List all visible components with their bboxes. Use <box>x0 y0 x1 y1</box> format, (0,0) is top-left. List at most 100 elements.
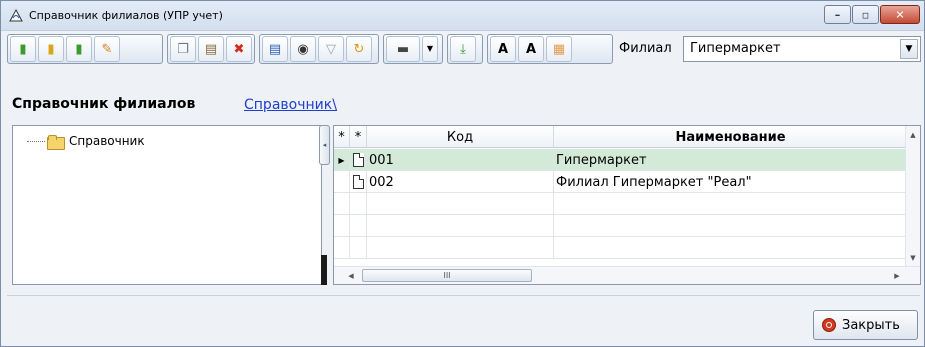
scroll-thumb[interactable]: III <box>362 269 532 282</box>
find-icon: ◉ <box>297 41 309 57</box>
maximize-button[interactable]: ▫ <box>852 5 879 24</box>
grid-header: * * Код Наименование <box>334 126 907 148</box>
refresh-icon: ↻ <box>353 41 365 57</box>
scroll-right-icon[interactable]: ▶ <box>890 268 904 284</box>
scroll-down-icon[interactable]: ▼ <box>906 251 920 265</box>
refresh-button[interactable]: ↻ <box>346 36 372 62</box>
row-indicator-cell <box>334 171 350 193</box>
grid-rows: ▶ 001 Гипермаркет 002 Филиал Гипермаркет… <box>334 149 907 259</box>
window-controls: – ▫ ✕ <box>824 5 920 24</box>
add-icon: ▮ <box>19 41 27 57</box>
find-button[interactable]: ◉ <box>290 36 316 62</box>
splitter-collapse-button[interactable]: ◂ <box>319 125 330 165</box>
data-grid: * * Код Наименование ▶ 001 Гипермаркет 0… <box>333 125 921 285</box>
column-header-marker[interactable]: * <box>334 126 350 148</box>
tree-connector <box>27 140 45 142</box>
font-smaller-icon: A <box>525 41 537 57</box>
filter-icon: ▽ <box>326 41 336 57</box>
filter-button[interactable]: ▽ <box>318 36 344 62</box>
export-icon: ⤓ <box>460 41 466 57</box>
edit-button[interactable]: ✎ <box>94 36 120 62</box>
edit-icon: ✎ <box>101 41 113 57</box>
list-button[interactable]: ▤ <box>262 36 288 62</box>
minimize-icon: – <box>834 8 841 21</box>
branch-directory-window: Справочник филиалов (УПР учет) – ▫ ✕ ▮ ▮… <box>0 0 925 347</box>
column-header-icon[interactable]: * <box>350 126 367 148</box>
toolbar-group-print: ▬ ▼ <box>383 34 443 64</box>
table-row-empty <box>334 237 907 259</box>
table-row[interactable]: 002 Филиал Гипермаркет "Реал" <box>334 171 907 193</box>
tree-node-root[interactable]: Справочник <box>27 134 145 150</box>
print-button[interactable]: ▬ <box>386 36 420 62</box>
scroll-up-icon[interactable]: ▲ <box>906 128 920 142</box>
collapse-left-icon: ◂ <box>322 141 327 149</box>
toolbar-group-font: A A ▦ <box>487 34 613 64</box>
add-button[interactable]: ▮ <box>10 36 36 62</box>
font-larger-icon: A <box>497 41 509 57</box>
copy-icon: ❐ <box>177 41 189 57</box>
add-group-button[interactable]: ▮ <box>38 36 64 62</box>
chevron-down-icon[interactable]: ▼ <box>900 39 918 59</box>
document-icon <box>352 175 364 189</box>
breadcrumb-link[interactable]: Справочник\ <box>244 97 337 113</box>
copy-button[interactable]: ❐ <box>170 36 196 62</box>
vertical-scrollbar[interactable]: ▲ ▼ <box>905 126 920 267</box>
copy-add-button[interactable]: ▮ <box>66 36 92 62</box>
toolbar-group-edit: ▮ ▮ ▮ ✎ <box>7 34 163 64</box>
table-row-empty <box>334 193 907 215</box>
cell-name: Филиал Гипермаркет "Реал" <box>556 174 752 190</box>
delete-button[interactable]: ✖ <box>226 36 252 62</box>
row-icon-cell <box>350 149 367 171</box>
panel-splitter[interactable]: ◂ <box>319 125 330 285</box>
paste-icon: ▤ <box>204 41 218 57</box>
table-row-empty <box>334 215 907 237</box>
settings-button[interactable]: ▦ <box>546 36 572 62</box>
folder-icon <box>47 134 65 150</box>
tree-node-label: Справочник <box>69 134 145 148</box>
close-window-button[interactable]: ✕ <box>880 5 920 24</box>
power-icon <box>822 318 836 332</box>
cell-code: 002 <box>367 171 554 193</box>
copy-add-icon: ▮ <box>75 41 83 57</box>
table-row[interactable]: ▶ 001 Гипермаркет <box>334 149 907 171</box>
settings-icon: ▦ <box>552 41 566 57</box>
paste-button[interactable]: ▤ <box>198 36 224 62</box>
branch-select-value: Гипермаркет <box>690 41 781 56</box>
list-icon: ▤ <box>268 41 282 57</box>
close-icon: ✕ <box>895 8 905 21</box>
scroll-left-icon[interactable]: ◀ <box>344 268 358 284</box>
window-title: Справочник филиалов (УПР учет) <box>29 9 223 22</box>
toolbar: ▮ ▮ ▮ ✎ ❐ ▤ ✖ ▤ ◉ ▽ ↻ ▬ ▼ ⤓ A A ▦ Филиал <box>7 34 921 66</box>
row-icon-cell <box>350 171 367 193</box>
branch-select[interactable]: Гипермаркет ▼ <box>683 36 921 62</box>
toolbar-group-view: ▤ ◉ ▽ ↻ <box>259 34 379 64</box>
document-icon <box>352 153 364 167</box>
column-header-name[interactable]: Наименование <box>554 126 907 148</box>
maximize-icon: ▫ <box>861 8 870 21</box>
column-header-code[interactable]: Код <box>367 126 554 148</box>
cell-name: Гипермаркет <box>556 152 647 168</box>
splitter-bar <box>321 255 327 285</box>
horizontal-scrollbar[interactable]: ◀ III ▶ <box>334 266 920 284</box>
toolbar-group-clipboard: ❐ ▤ ✖ <box>167 34 255 64</box>
close-button-label: Закрыть <box>842 317 900 333</box>
footer-divider <box>7 295 920 296</box>
print-icon: ▬ <box>396 41 410 57</box>
tree-panel: Справочник <box>12 125 322 285</box>
add-group-icon: ▮ <box>47 41 55 57</box>
close-button[interactable]: Закрыть <box>813 310 918 340</box>
print-dropdown-button[interactable]: ▼ <box>422 36 438 62</box>
font-larger-button[interactable]: A <box>490 36 516 62</box>
toolbar-group-export: ⤓ <box>447 34 483 64</box>
row-indicator-icon: ▶ <box>334 149 350 171</box>
app-icon <box>9 8 23 22</box>
page-title: Справочник филиалов <box>12 96 196 112</box>
chevron-down-icon: ▼ <box>426 44 434 53</box>
branch-label: Филиал <box>619 41 672 56</box>
delete-icon: ✖ <box>233 41 245 57</box>
font-smaller-button[interactable]: A <box>518 36 544 62</box>
minimize-button[interactable]: – <box>824 5 851 24</box>
cell-code: 001 <box>367 149 554 171</box>
export-button[interactable]: ⤓ <box>450 36 476 62</box>
title-bar: Справочник филиалов (УПР учет) – ▫ ✕ <box>1 1 924 31</box>
